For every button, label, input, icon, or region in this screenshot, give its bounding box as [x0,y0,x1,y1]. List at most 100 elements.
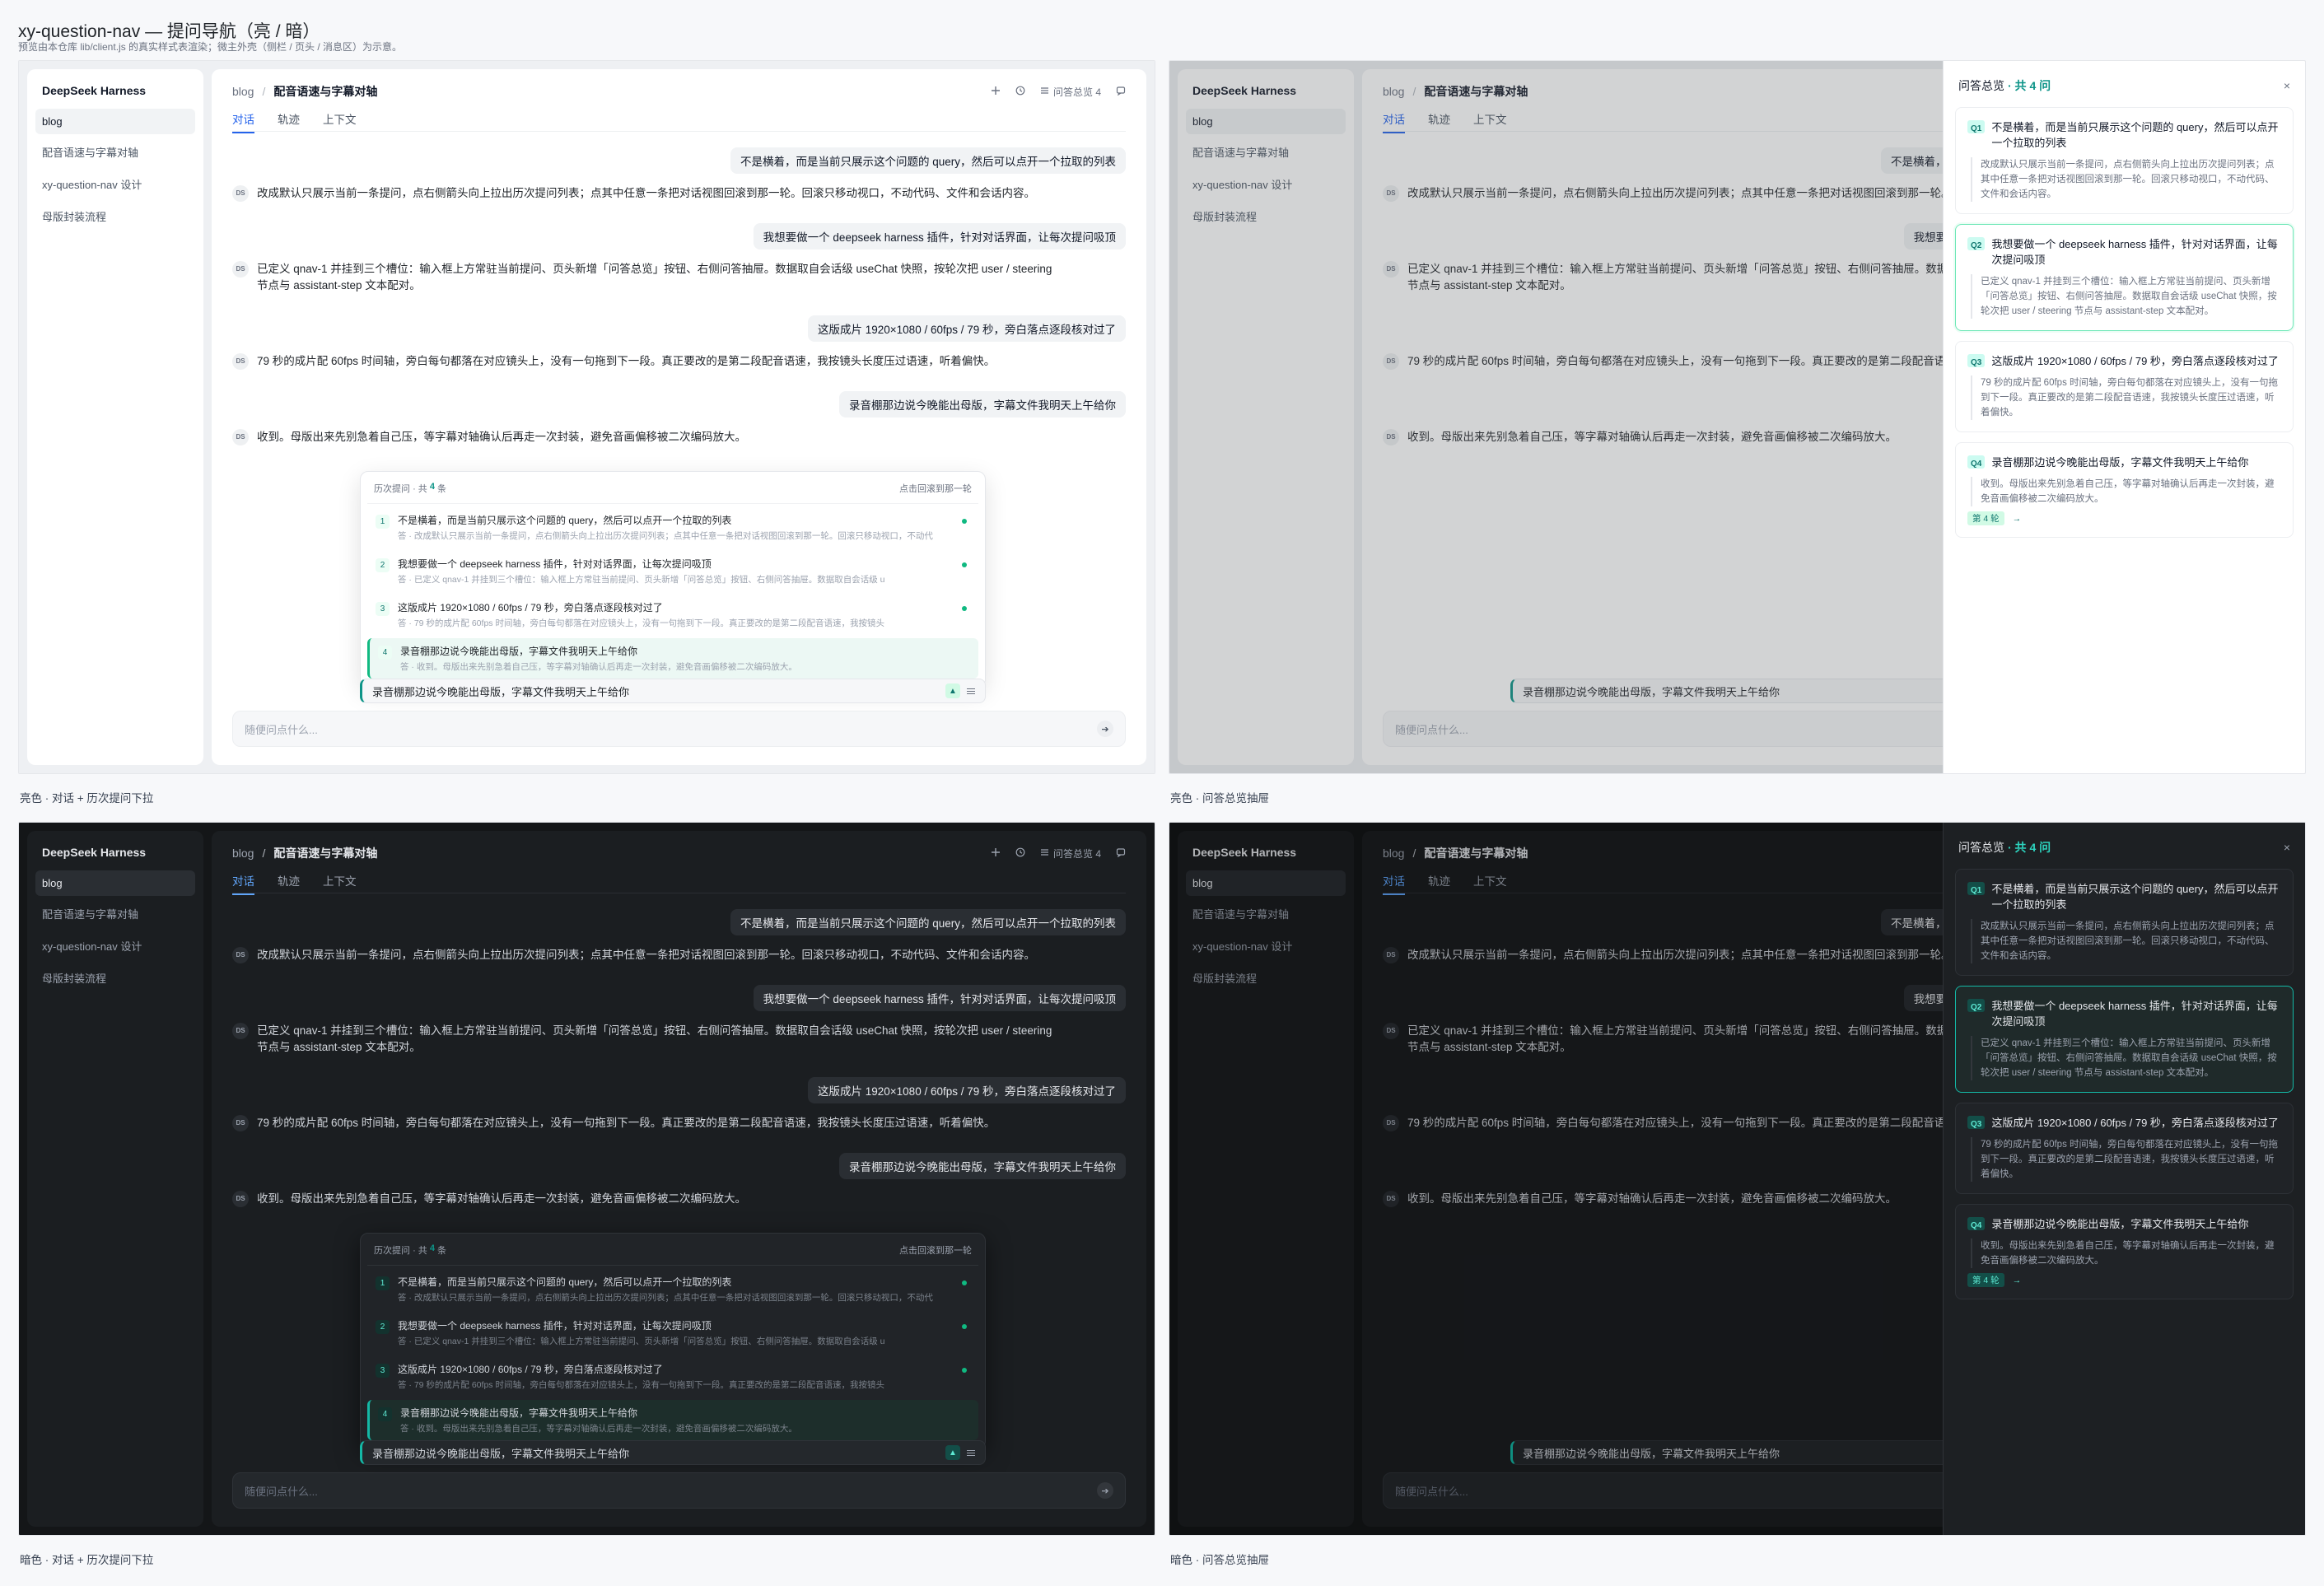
clock-icon[interactable] [1015,86,1025,98]
qa-overview-drawer: 问答总览 · 共 4 问 × Q1 不是横着，而是当前只展示这个问题的 query… [1943,61,2305,773]
qa-card[interactable]: Q1 不是横着，而是当前只展示这个问题的 query，然后可以点开一个拉取的列表改… [1955,107,2294,214]
topbar: blog / 配音语速与字幕对轴 问答总览 4 [232,844,1126,862]
history-item-current[interactable]: 4 录音棚那边说今晚能出母版，字幕文件我明天上午给你答 · 收到。母版出来先别急着… [367,1400,978,1440]
qa-card-tag: Q3 [1967,354,1986,367]
list-icon [1040,847,1049,859]
sidebar-item-qnav-design[interactable]: xy-question-nav 设计 [35,931,195,960]
tab-chat[interactable]: 对话 [232,110,254,133]
qa-card-answer: 已定义 qnav-1 并挂到三个槽位：输入框上方常驻当前提问、页头新增「问答总览… [1971,274,2281,319]
chat-icon[interactable] [1116,86,1126,98]
close-icon[interactable]: × [2284,841,2290,854]
sidebar-item-blog[interactable]: blog [35,109,195,134]
overview-button[interactable]: 问答总览 4 [1040,85,1101,99]
breadcrumb-root[interactable]: blog [232,847,254,860]
history-item-number: 1 [376,515,390,529]
breadcrumb-current: 配音语速与字幕对轴 [273,85,378,98]
qa-card[interactable]: Q4 录音棚那边说今晚能出母版，字幕文件我明天上午给你 收到。母版出来先别急着自己压… [1955,1204,2294,1299]
qa-card[interactable]: Q3 这版成片 1920×1080 / 60fps / 79 秒，旁白落点逐段核对… [1955,341,2294,432]
history-item[interactable]: 3 这版成片 1920×1080 / 60fps / 79 秒，旁白落点逐段核对过… [367,595,978,635]
qa-card-tag: Q1 [1967,120,1986,133]
plus-icon[interactable] [991,86,1001,98]
history-count: 4 [429,482,435,492]
current-turn-link[interactable]: 第 4 轮 → [1967,511,2021,525]
tab-context[interactable]: 上下文 [323,872,357,895]
status-dot [962,519,967,524]
qa-card-answer: 收到。母版出来先别急着自己压，等字幕对轴确认后再走一次封装，避免音画偏移被二次编… [1971,477,2281,506]
history-count: 4 [429,1243,435,1253]
qa-card-answer: 改成默认只展示当前一条提问，点右侧箭头向上拉出历次提问列表；点其中任意一条把对话… [1971,157,2281,202]
status-dot [962,1368,967,1373]
sidebar-item-dubbing[interactable]: 配音语速与字幕对轴 [35,899,195,928]
list-icon[interactable] [967,685,975,697]
panel-label-dark-chat: 暗色 · 对话 + 历次提问下拉 [20,1554,154,1566]
qa-card-question: 录音棚那边说今晚能出母版，字幕文件我明天上午给你 [1991,1218,2249,1230]
main-area: blog / 配音语速与字幕对轴 问答总览 4 对话 轨迹 上下文 [212,831,1146,1527]
history-item[interactable]: 2 我想要做一个 deepseek harness 插件，针对对话界面，让每次提问… [367,551,978,591]
history-dropdown: 历次提问 · 共 4 条 点击回滚到那一轮 1 不是横着，而是当前只展示这个问题的… [360,1233,986,1449]
send-arrow-icon[interactable]: ➔ [1097,721,1113,737]
breadcrumb-root[interactable]: blog [232,85,254,98]
sidebar-item-qnav-design[interactable]: xy-question-nav 设计 [35,170,195,198]
sidebar-item-dubbing[interactable]: 配音语速与字幕对轴 [35,138,195,166]
history-title: 历次提问 [374,484,410,494]
qa-card-highlighted[interactable]: Q2 我想要做一个 deepseek harness 插件，针对对话界面，让每次提… [1955,986,2294,1093]
close-icon[interactable]: × [2284,79,2290,92]
overview-button[interactable]: 问答总览 4 [1040,847,1101,861]
qa-card[interactable]: Q1 不是横着，而是当前只展示这个问题的 query，然后可以点开一个拉取的列表改… [1955,869,2294,976]
history-item[interactable]: 3 这版成片 1920×1080 / 60fps / 79 秒，旁白落点逐段核对过… [367,1356,978,1397]
qa-card-answer: 已定义 qnav-1 并挂到三个槽位：输入框上方常驻当前提问、页头新增「问答总览… [1971,1036,2281,1080]
clock-icon[interactable] [1015,847,1025,860]
assistant-message: DS 改成默认只展示当前一条提问，点右侧箭头向上拉出历次提问列表；点其中任意一条把… [232,185,1126,202]
chat-input[interactable]: 随便问点什么... ➔ [232,711,1126,747]
qa-card[interactable]: Q3 这版成片 1920×1080 / 60fps / 79 秒，旁白落点逐段核对… [1955,1103,2294,1194]
qa-card-highlighted[interactable]: Q2 我想要做一个 deepseek harness 插件，针对对话界面，让每次提… [1955,224,2294,331]
user-message: 这版成片 1920×1080 / 60fps / 79 秒，旁白落点逐段核对过了 [232,1077,1126,1103]
plus-icon[interactable] [991,847,1001,860]
sticky-question-bar[interactable]: 录音棚那边说今晚能出母版，字幕文件我明天上午给你 ▲ [360,1440,986,1465]
history-item-question: 录音棚那边说今晚能出母版，字幕文件我明天上午给你 [400,646,638,657]
history-count-prefix: · 共 [413,1246,427,1256]
sidebar-item-master-flow[interactable]: 母版封装流程 [35,963,195,992]
assistant-message-text: 79 秒的成片配 60fps 时间轴，旁白每句都落在对应镜头上，没有一句拖到下一… [257,355,996,367]
qa-card[interactable]: Q4 录音棚那边说今晚能出母版，字幕文件我明天上午给你 收到。母版出来先别急着自己压… [1955,442,2294,538]
list-icon[interactable] [967,1447,975,1459]
chevron-up-icon[interactable]: ▲ [945,1445,960,1460]
chat-input-placeholder: 随便问点什么... [245,723,318,736]
breadcrumb-current: 配音语速与字幕对轴 [273,847,378,860]
chat-icon[interactable] [1116,847,1126,860]
assistant-message-text: 79 秒的成片配 60fps 时间轴，旁白每句都落在对应镜头上，没有一句拖到下一… [257,1117,996,1129]
tab-trace[interactable]: 轨迹 [278,872,300,895]
qa-card-question: 这版成片 1920×1080 / 60fps / 79 秒，旁白落点逐段核对过了 [1991,1117,2279,1129]
assistant-message-text: 改成默认只展示当前一条提问，点右侧箭头向上拉出历次提问列表；点其中任意一条把对话… [257,187,1035,199]
assistant-message: DS 已定义 qnav-1 并挂到三个槽位：输入框上方常驻当前提问、页头新增「问答… [232,1023,1126,1056]
avatar: DS [232,429,249,445]
chevron-up-icon[interactable]: ▲ [945,683,960,698]
user-message: 录音棚那边说今晚能出母版，字幕文件我明天上午给你 [232,1153,1126,1179]
history-item[interactable]: 1 不是横着，而是当前只展示这个问题的 query，然后可以点开一个拉取的列表答 … [367,1269,978,1309]
assistant-message: DS 收到。母版出来先别急着自己压，等字幕对轴确认后再走一次封装，避免音画偏移被二… [232,1191,1126,1207]
history-item[interactable]: 1 不是横着，而是当前只展示这个问题的 query，然后可以点开一个拉取的列表答 … [367,507,978,548]
history-item-current[interactable]: 4 录音棚那边说今晚能出母版，字幕文件我明天上午给你答 · 收到。母版出来先别急着… [367,638,978,679]
drawer-header: 问答总览 · 共 4 问 × [1955,74,2294,107]
tab-chat[interactable]: 对话 [232,872,254,895]
tab-trace[interactable]: 轨迹 [278,110,300,133]
sidebar-item-master-flow[interactable]: 母版封装流程 [35,202,195,231]
sticky-question-text: 录音棚那边说今晚能出母版，字幕文件我明天上午给你 [372,685,630,698]
turn-badge: 第 4 轮 [1967,1273,2004,1287]
history-item-question: 我想要做一个 deepseek harness 插件，针对对话界面，让每次提问吸… [398,558,712,570]
history-item-number: 4 [378,1407,392,1421]
sidebar-item-blog[interactable]: blog [35,870,195,896]
send-arrow-icon[interactable]: ➔ [1097,1482,1113,1499]
drawer-count: · 共 4 问 [2008,79,2051,92]
conversation: 不是横着，而是当前只展示这个问题的 query，然后可以点开一个拉取的列表 DS… [232,909,1126,1229]
tab-context[interactable]: 上下文 [323,110,357,133]
sticky-question-bar[interactable]: 录音棚那边说今晚能出母版，字幕文件我明天上午给你 ▲ [360,679,986,703]
history-item-number: 2 [376,558,390,572]
chat-input[interactable]: 随便问点什么... ➔ [232,1472,1126,1509]
current-turn-link[interactable]: 第 4 轮 → [1967,1273,2021,1287]
history-count-prefix: · 共 [413,484,427,494]
arrow-right-icon: → [2012,1275,2022,1285]
history-item[interactable]: 2 我想要做一个 deepseek harness 插件，针对对话界面，让每次提问… [367,1313,978,1353]
user-message-text: 不是横着，而是当前只展示这个问题的 query，然后可以点开一个拉取的列表 [730,147,1126,174]
user-message-text: 我想要做一个 deepseek harness 插件，针对对话界面，让每次提问吸… [753,223,1126,250]
